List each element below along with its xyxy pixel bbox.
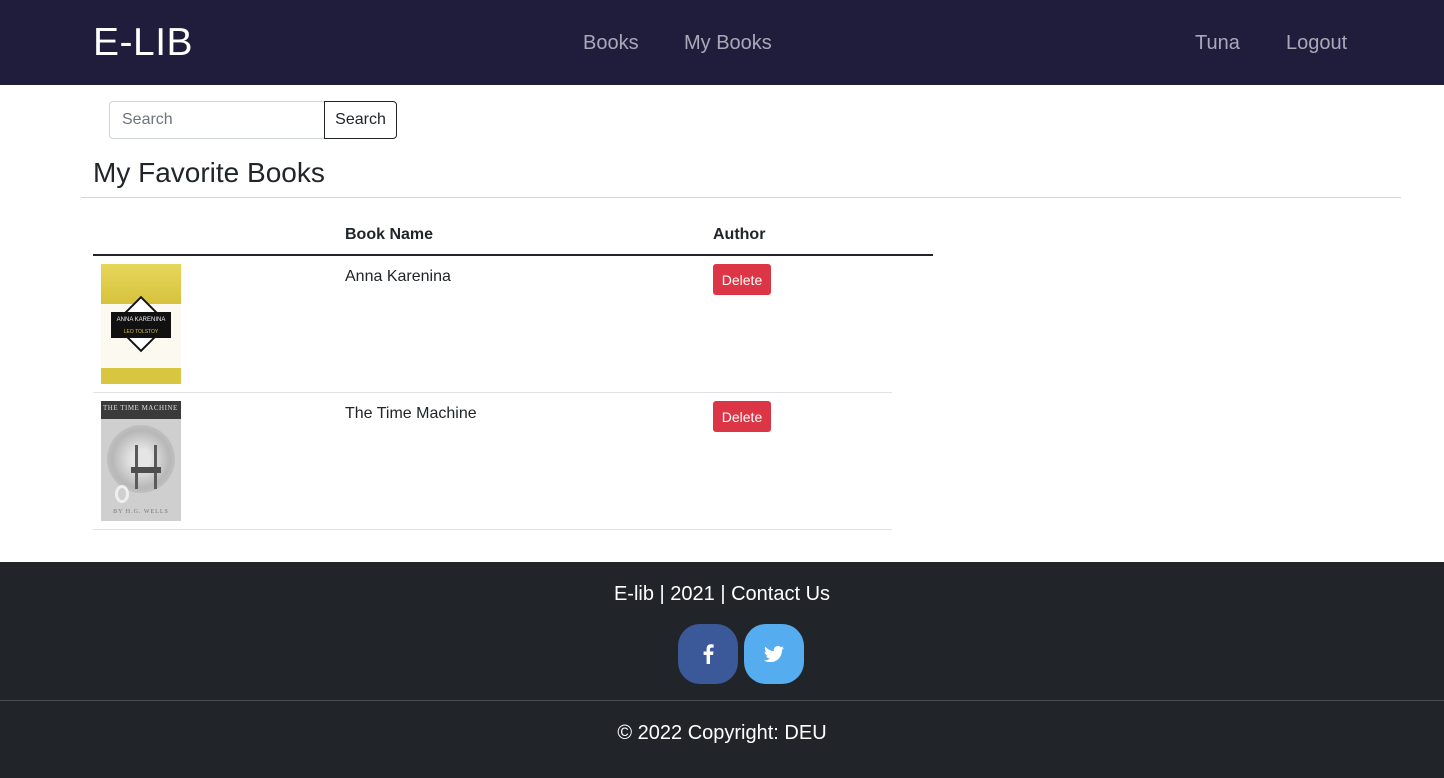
delete-button[interactable]: Delete bbox=[713, 401, 771, 432]
brand-logo[interactable]: E-LIB bbox=[93, 20, 193, 66]
book-name: The Time Machine bbox=[345, 405, 477, 422]
nav-link-books[interactable]: Books bbox=[583, 30, 639, 56]
twitter-icon bbox=[764, 646, 784, 662]
search-button[interactable]: Search bbox=[324, 101, 397, 139]
footer: E-lib | 2021 | Contact Us © 2022 Copyrig… bbox=[0, 562, 1444, 778]
twitter-button[interactable] bbox=[744, 624, 804, 684]
navbar: E-LIB Books My Books Tuna Logout bbox=[0, 0, 1444, 85]
nav-link-my-books[interactable]: My Books bbox=[684, 30, 772, 56]
copyright-text: © 2022 Copyright: DEU bbox=[617, 722, 827, 744]
footer-text: E-lib | 2021 | Contact Us bbox=[613, 583, 831, 605]
book-cover-anna-karenina: ANNA KARENINA LEO TOLSTOY bbox=[101, 264, 181, 384]
nav-link-user[interactable]: Tuna bbox=[1195, 30, 1240, 56]
delete-button[interactable]: Delete bbox=[713, 264, 771, 295]
row-divider bbox=[93, 392, 892, 393]
column-header-book-name: Book Name bbox=[345, 226, 434, 243]
book-name: Anna Karenina bbox=[345, 268, 451, 285]
footer-divider bbox=[0, 700, 1444, 701]
search-input[interactable] bbox=[109, 101, 325, 139]
facebook-icon bbox=[703, 644, 714, 664]
table-header-divider bbox=[93, 254, 933, 256]
column-header-author: Author bbox=[713, 226, 766, 243]
title-divider bbox=[81, 197, 1401, 198]
facebook-button[interactable] bbox=[678, 624, 738, 684]
page-title: My Favorite Books bbox=[93, 157, 325, 188]
nav-link-logout[interactable]: Logout bbox=[1286, 30, 1347, 56]
book-cover-time-machine: THE TIME MACHINE BY H.G. WELLS bbox=[101, 401, 181, 521]
row-divider bbox=[93, 529, 892, 530]
